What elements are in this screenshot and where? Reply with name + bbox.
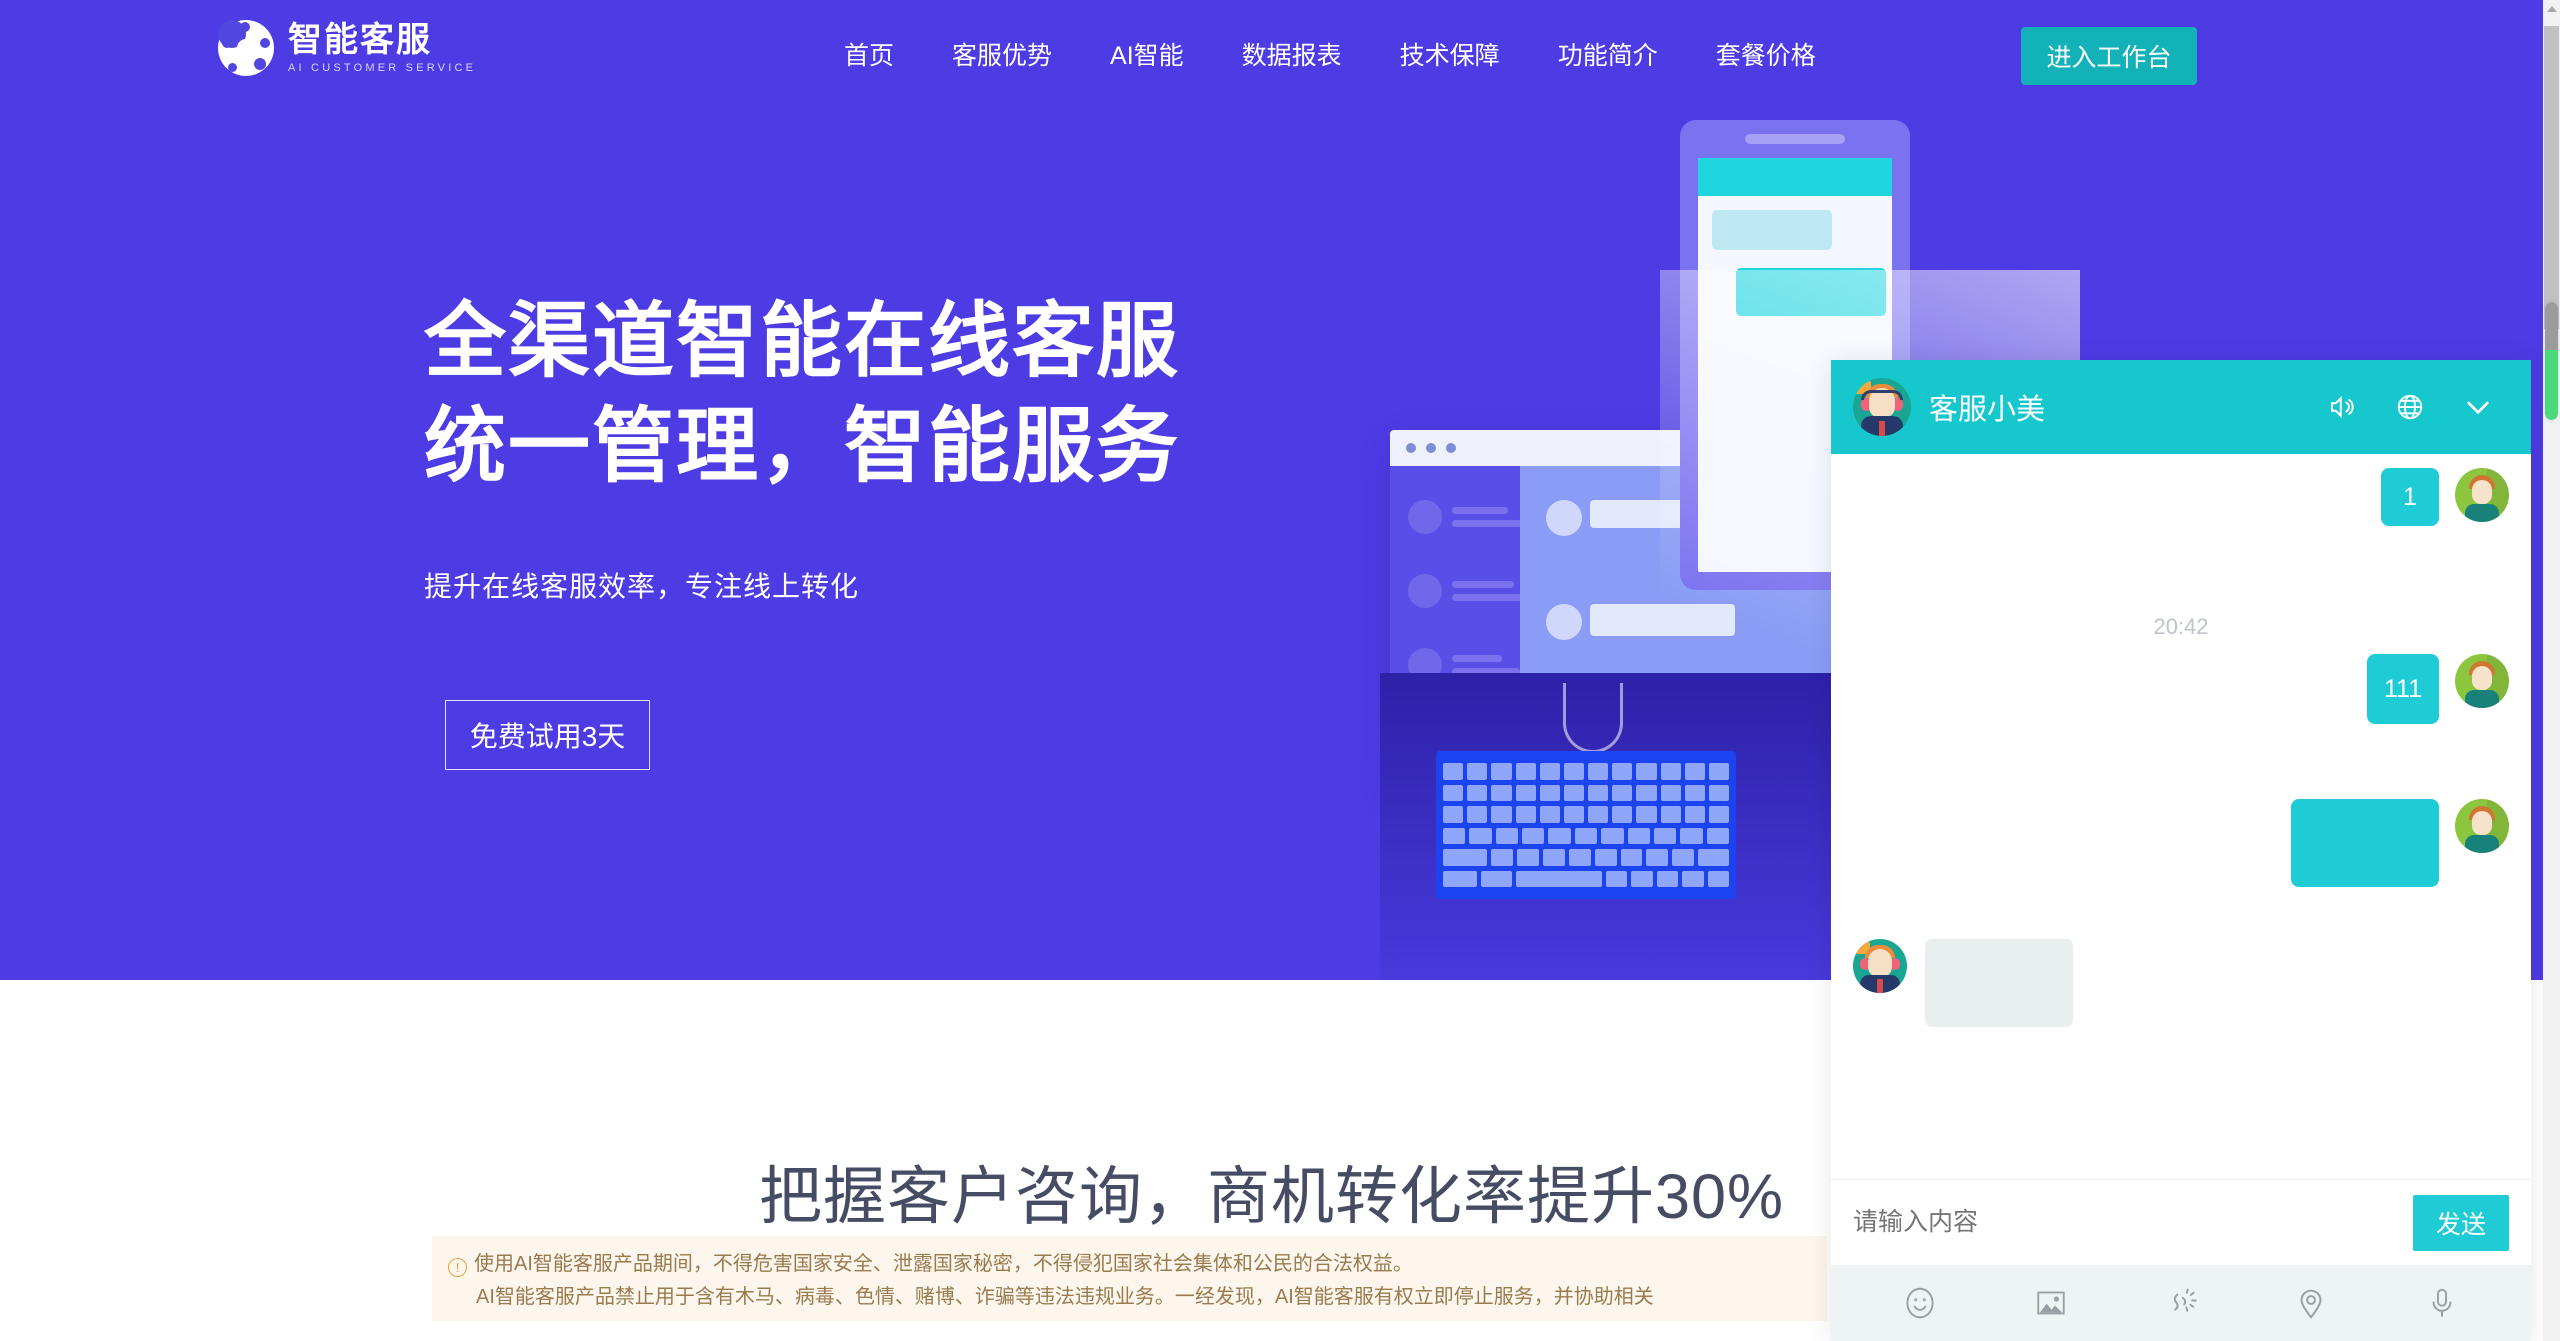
- inner-scrollbar[interactable]: [2545, 302, 2558, 420]
- top-navigation: 智能客服 AI CUSTOMER SERVICE 首页 客服优势 AI智能 数据…: [0, 0, 2543, 112]
- chat-widget: 客服小美 1 20:42 111 请输入内容 发送: [1831, 360, 2531, 1341]
- nav-item-home[interactable]: 首页: [815, 0, 923, 112]
- illustration-keyboard: [1436, 751, 1736, 899]
- hero-subtitle: 提升在线客服效率，专注线上转化: [424, 571, 860, 602]
- inner-scrollbar-thumb[interactable]: [2545, 302, 2558, 354]
- chat-header: 客服小美: [1831, 360, 2531, 454]
- nav-item-features[interactable]: 功能简介: [1529, 0, 1687, 112]
- location-icon[interactable]: [2281, 1273, 2341, 1333]
- chat-bubble-outgoing: [2291, 799, 2439, 887]
- chat-bubble-outgoing: 111: [2367, 654, 2439, 724]
- warning-circle-icon: !: [448, 1258, 467, 1277]
- page-scrollbar[interactable]: [2543, 0, 2560, 1341]
- inner-scrollbar-progress[interactable]: [2545, 350, 2558, 420]
- emoji-icon[interactable]: [1890, 1273, 1950, 1333]
- nav-item-advantages[interactable]: 客服优势: [923, 0, 1081, 112]
- customer-avatar-icon: [2455, 654, 2509, 708]
- chat-time-separator: 20:42: [2153, 614, 2209, 639]
- chat-agent-name: 客服小美: [1929, 394, 2046, 426]
- chat-input-bar[interactable]: 发送: [1831, 1179, 2531, 1265]
- free-trial-button[interactable]: 免费试用3天: [445, 700, 650, 770]
- legal-notice-bar: ! 使用AI智能客服产品期间，不得危害国家安全、泄露国家秘密，不得侵犯国家社会集体…: [432, 1236, 1827, 1321]
- page-scrollbar-thumb[interactable]: [2544, 26, 2559, 329]
- scroll-up-arrow-icon[interactable]: [2543, 0, 2560, 17]
- illustration-cable: [1563, 683, 1623, 753]
- brand-name-cn: 智能客服: [288, 20, 432, 59]
- notice-line-1: 使用AI智能客服产品期间，不得危害国家安全、泄露国家秘密，不得侵犯国家社会集体和…: [474, 1253, 1413, 1275]
- nav-item-ai[interactable]: AI智能: [1081, 0, 1213, 112]
- agent-avatar-icon: [1853, 939, 1907, 993]
- chevron-down-icon[interactable]: [2455, 384, 2501, 430]
- nav-links: 首页 客服优势 AI智能 数据报表 技术保障 功能简介 套餐价格: [815, 0, 1845, 112]
- enter-workspace-button[interactable]: 进入工作台: [2021, 27, 2197, 85]
- chat-message-row: [1853, 939, 2073, 1027]
- brand-name-en: AI CUSTOMER SERVICE: [288, 61, 477, 74]
- chat-bubble-outgoing: 1: [2381, 468, 2439, 526]
- shake-icon[interactable]: [2151, 1273, 2211, 1333]
- chat-message-row: 111: [2367, 654, 2509, 724]
- chat-message-row: 1: [2381, 468, 2509, 526]
- page-root: 智能客服 AI CUSTOMER SERVICE 首页 客服优势 AI智能 数据…: [0, 0, 2543, 1341]
- at-network-icon: [218, 20, 274, 76]
- nav-item-reports[interactable]: 数据报表: [1213, 0, 1371, 112]
- nav-item-tech[interactable]: 技术保障: [1371, 0, 1529, 112]
- notice-line-2: AI智能客服产品禁止用于含有木马、病毒、色情、赌博、诈骗等违法违规业务。一经发现…: [476, 1286, 1654, 1308]
- agent-avatar-icon: [1853, 378, 1911, 436]
- customer-avatar-icon: [2455, 468, 2509, 522]
- send-button[interactable]: 发送: [2413, 1194, 2509, 1251]
- brand-logo[interactable]: 智能客服 AI CUSTOMER SERVICE: [218, 20, 476, 76]
- hero-title: 全渠道智能在线客服 统一管理，智能服务: [424, 296, 1181, 492]
- nav-item-pricing[interactable]: 套餐价格: [1687, 0, 1845, 112]
- chat-message-list[interactable]: 1 20:42 111: [1831, 454, 2531, 1179]
- microphone-icon[interactable]: [2412, 1273, 2472, 1333]
- chat-bubble-incoming: [1925, 939, 2073, 1027]
- globe-icon[interactable]: [2387, 384, 2433, 430]
- customer-avatar-icon: [2455, 799, 2509, 853]
- chat-input-field[interactable]: [1853, 1208, 2413, 1237]
- image-icon[interactable]: [2021, 1273, 2081, 1333]
- chat-toolbar: [1831, 1265, 2531, 1341]
- chat-message-row: [2291, 799, 2509, 887]
- sound-icon[interactable]: [2319, 384, 2365, 430]
